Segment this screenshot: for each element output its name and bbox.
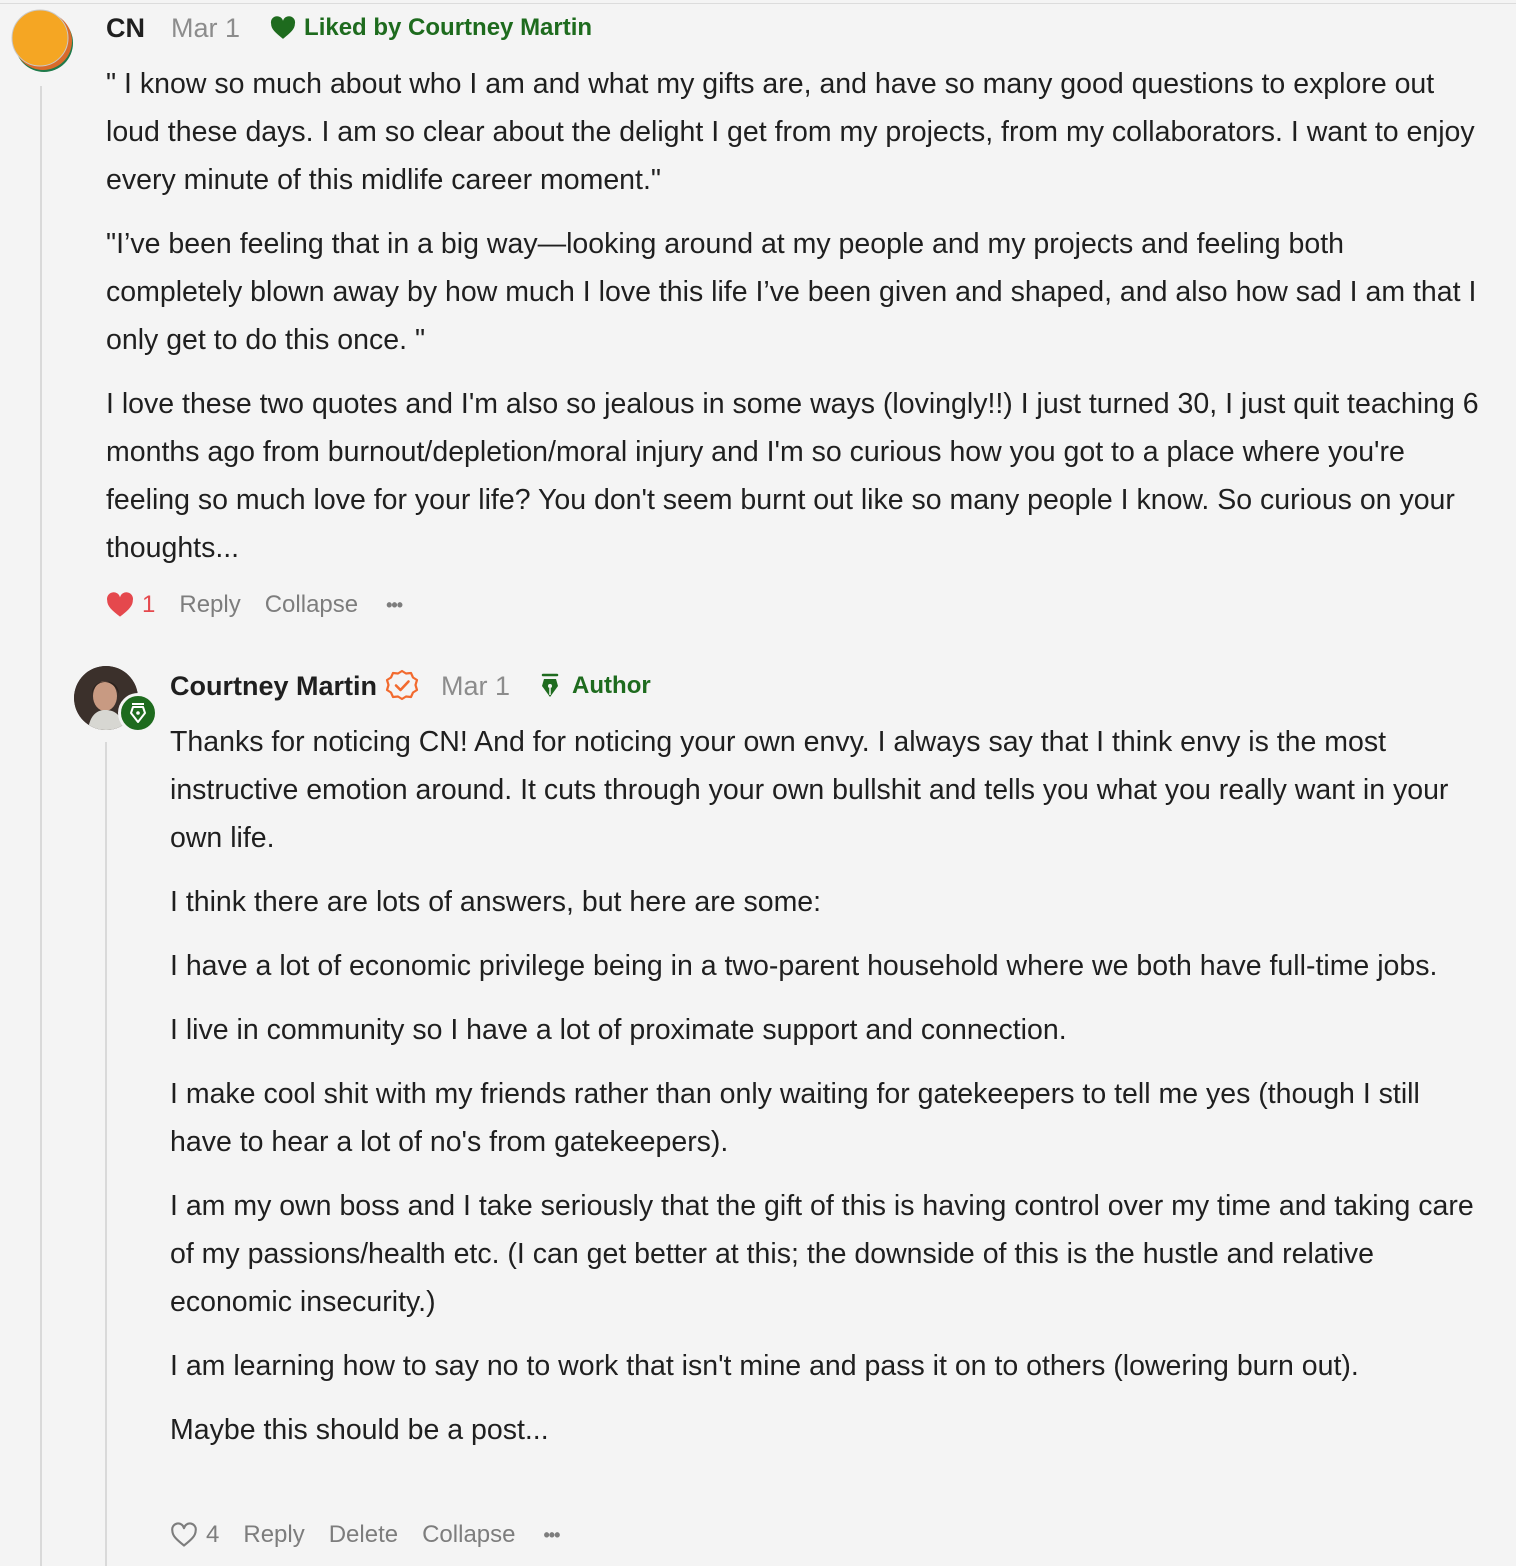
avatar-cn[interactable] [10,8,74,72]
comment-paragraph: "I’ve been feeling that in a big way—loo… [106,228,1477,356]
delete-button[interactable]: Delete [329,1521,398,1549]
comment-author[interactable]: Courtney Martin [170,671,377,702]
comment-paragraph: Maybe this should be a post... [170,1414,549,1446]
comment-author[interactable]: CN [106,13,145,44]
comment-paragraph: I have a lot of economic privilege being… [170,950,1438,982]
comment-paragraph: I am my own boss and I take seriously th… [170,1190,1474,1318]
author-badge-icon [118,693,158,733]
comment-date[interactable]: Mar 1 [171,13,240,44]
check-circle-icon [385,669,419,703]
comment-paragraph: I make cool shit with my friends rather … [170,1078,1420,1158]
author-badge-label: Author [572,672,651,699]
pen-nib-icon [540,673,560,699]
more-options-icon[interactable]: ••• [543,1525,560,1546]
more-options-icon[interactable]: ••• [386,595,403,616]
comment-actions: 1 Reply Collapse ••• [106,588,403,622]
heart-outline-icon [170,1522,198,1548]
like-count: 1 [142,591,156,618]
heart-icon [270,16,296,40]
liked-by-text: Liked by Courtney Martin [304,14,593,41]
comment-header: CN Mar 1 Liked by Courtney Martin [106,8,592,48]
reply-button[interactable]: Reply [179,591,240,619]
comment-paragraph: Thanks for noticing CN! And for noticing… [170,726,1449,854]
comment-body: " I know so much about who I am and what… [106,60,1486,588]
comment-header: Courtney Martin Mar 1 Author [170,666,651,706]
comment-paragraph: I live in community so I have a lot of p… [170,1014,1067,1046]
like-count: 4 [206,1521,220,1548]
comment-paragraph: I am learning how to say no to work that… [170,1350,1359,1382]
comment-date[interactable]: Mar 1 [441,671,510,702]
like-button[interactable]: 1 [106,591,155,619]
top-divider [0,3,1516,4]
like-button[interactable]: 4 [170,1521,219,1549]
liked-by-badge: Liked by Courtney Martin [270,14,592,42]
comment-paragraph: I think there are lots of answers, but h… [170,886,822,918]
thread-line [105,742,107,1566]
comment-paragraph: " I know so much about who I am and what… [106,68,1475,196]
thread-line [40,86,42,1566]
comment-actions: 4 Reply Delete Collapse ••• [170,1518,560,1552]
heart-filled-icon [106,592,134,618]
comment-body: Thanks for noticing CN! And for noticing… [170,718,1486,1470]
collapse-button[interactable]: Collapse [265,591,358,619]
comment-paragraph: I love these two quotes and I'm also so … [106,388,1479,564]
collapse-button[interactable]: Collapse [422,1521,515,1549]
author-badge: Author [540,672,651,700]
reply-button[interactable]: Reply [243,1521,304,1549]
